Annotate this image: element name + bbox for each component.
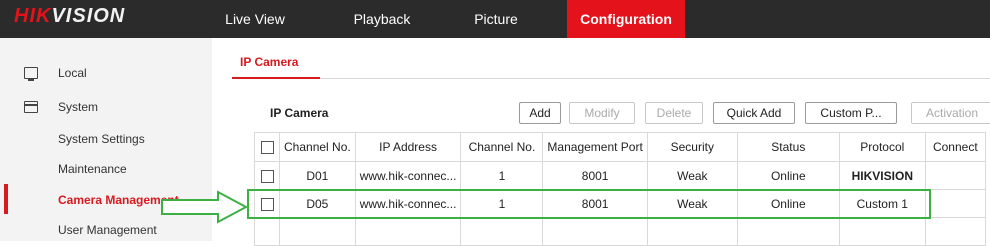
empty-cell <box>924 217 986 246</box>
column-header[interactable]: Protocol <box>838 132 926 162</box>
empty-cell <box>542 217 648 246</box>
row-checkbox[interactable] <box>260 197 274 211</box>
connect-cell <box>924 161 986 190</box>
status-cell: Online <box>736 189 840 218</box>
empty-cell <box>838 217 926 246</box>
top-navigation-bar: HIKVISION Live View Playback Picture Con… <box>0 0 990 38</box>
row-select-cell <box>254 161 280 190</box>
connect-cell <box>924 189 986 218</box>
sidebar-item-label: System <box>58 100 99 114</box>
modify-button[interactable]: Modify <box>569 102 635 124</box>
active-item-marker <box>4 184 8 214</box>
sidebar-item-user-management[interactable]: User Management <box>58 217 157 243</box>
custom-protocol-button[interactable]: Custom P... <box>805 102 897 124</box>
ip-camera-table: Channel No. IP Address Channel No. Manag… <box>254 132 986 246</box>
management-port-cell: 8001 <box>542 189 648 218</box>
empty-cell <box>354 217 462 246</box>
ip-address-cell: www.hik-connec... <box>354 189 462 218</box>
empty-cell <box>460 217 544 246</box>
select-all-cell <box>254 132 280 162</box>
table-header-row: Channel No. IP Address Channel No. Manag… <box>254 132 986 162</box>
row-select-cell <box>254 189 280 218</box>
sidebar-item-system-settings[interactable]: System Settings <box>58 126 145 152</box>
ip-address-cell: www.hik-connec... <box>354 161 462 190</box>
status-cell: Online <box>736 161 840 190</box>
protocol-cell: Custom 1 <box>838 189 926 218</box>
channel-cell: D01 <box>279 161 356 190</box>
channel-cell: D05 <box>279 189 356 218</box>
security-cell: Weak <box>646 189 738 218</box>
hikvision-logo: HIKVISION <box>14 5 125 28</box>
channel-number-cell: 1 <box>460 189 544 218</box>
select-all-checkbox[interactable] <box>260 141 274 155</box>
tab-divider <box>232 78 990 79</box>
logo-red-part: HIK <box>14 5 52 27</box>
tab-active-underline <box>232 77 320 79</box>
monitor-icon <box>24 67 38 81</box>
column-header[interactable]: Management Port <box>542 132 648 162</box>
sidebar-item-system[interactable]: System <box>0 94 212 120</box>
table-row-empty <box>254 217 986 246</box>
nav-picture[interactable]: Picture <box>456 0 536 38</box>
table-row[interactable]: D05 www.hik-connec... 1 8001 Weak Online… <box>254 189 986 218</box>
window-icon <box>24 101 38 113</box>
grid-title: IP Camera <box>270 106 329 120</box>
nav-configuration[interactable]: Configuration <box>567 0 685 38</box>
activation-button[interactable]: Activation <box>911 102 990 124</box>
nav-live-view[interactable]: Live View <box>212 0 298 38</box>
quick-add-button[interactable]: Quick Add <box>713 102 795 124</box>
sidebar-item-label: Local <box>58 66 87 80</box>
column-header[interactable]: Connect <box>924 132 986 162</box>
protocol-cell: HIKVISION <box>838 161 926 190</box>
empty-cell <box>279 217 356 246</box>
add-button[interactable]: Add <box>519 102 561 124</box>
management-port-cell: 8001 <box>542 161 648 190</box>
column-header[interactable]: Status <box>736 132 840 162</box>
sidebar-item-maintenance[interactable]: Maintenance <box>58 156 127 182</box>
channel-number-cell: 1 <box>460 161 544 190</box>
logo-white-part: VISION <box>51 5 126 27</box>
main-content: IP Camera IP Camera Add Modify Delete Qu… <box>212 38 990 246</box>
right-arrow-icon <box>161 190 249 224</box>
empty-cell <box>254 217 280 246</box>
security-cell: Weak <box>646 161 738 190</box>
row-checkbox[interactable] <box>260 169 274 183</box>
empty-cell <box>646 217 738 246</box>
table-row[interactable]: D01 www.hik-connec... 1 8001 Weak Online… <box>254 161 986 190</box>
empty-cell <box>736 217 840 246</box>
column-header[interactable]: Channel No. <box>279 132 356 162</box>
column-header[interactable]: IP Address <box>354 132 462 162</box>
delete-button[interactable]: Delete <box>645 102 703 124</box>
tab-ip-camera[interactable]: IP Camera <box>240 55 298 69</box>
column-header[interactable]: Security <box>646 132 738 162</box>
sidebar-item-local[interactable]: Local <box>0 60 212 86</box>
column-header[interactable]: Channel No. <box>460 132 544 162</box>
nav-playback[interactable]: Playback <box>340 0 424 38</box>
